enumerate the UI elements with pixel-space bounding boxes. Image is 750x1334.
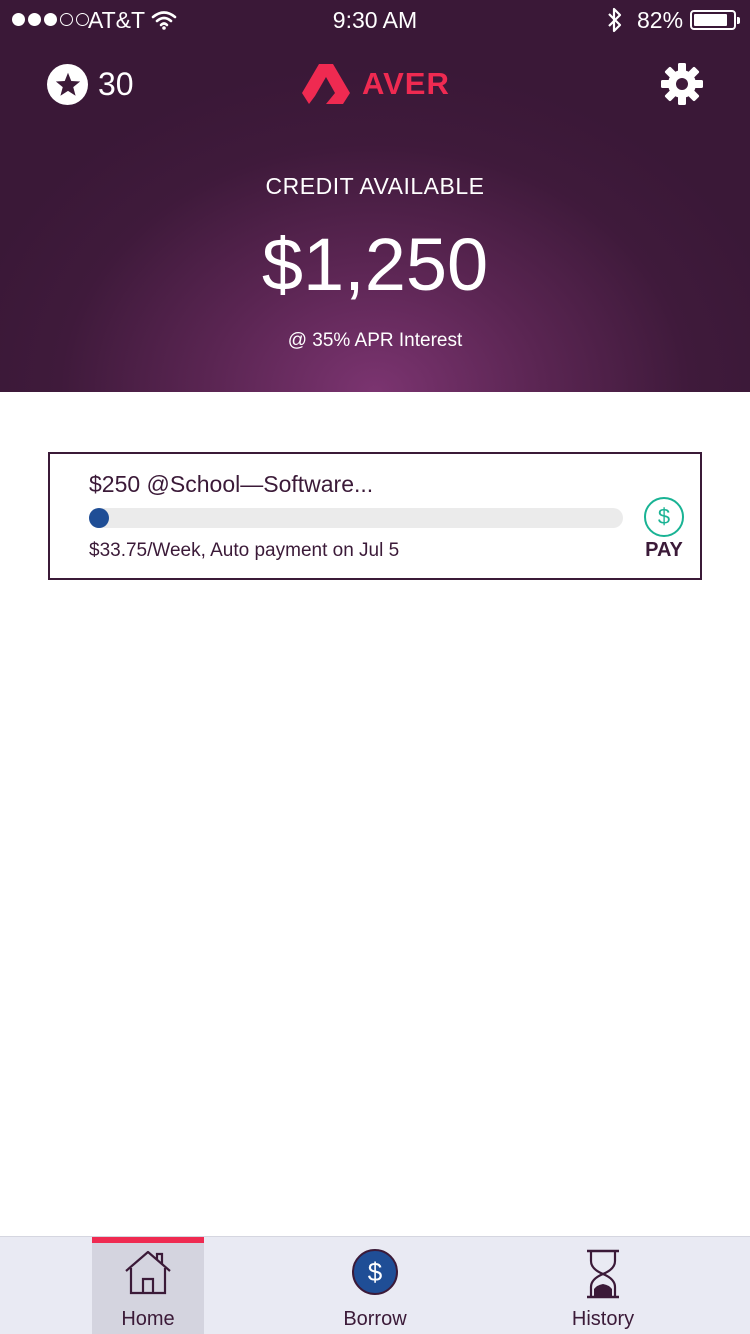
tab-bar: Home $ Borrow History xyxy=(0,1236,750,1334)
credit-amount: $1,250 xyxy=(261,223,489,306)
points-value: 30 xyxy=(98,66,134,102)
battery-percent: 82% xyxy=(637,7,684,33)
loan-progress-bar xyxy=(89,508,623,528)
apr-rate: @ 35% APR Interest xyxy=(287,330,463,351)
aver-logo: AVER xyxy=(302,64,450,104)
tab-home[interactable]: Home xyxy=(92,1237,204,1334)
logo-text: AVER xyxy=(362,66,450,101)
home-icon xyxy=(92,1249,204,1297)
pay-button[interactable]: PAY xyxy=(630,539,698,562)
loan-card[interactable]: $250 @School—Software... $33.75/Week, Au… xyxy=(48,452,702,580)
status-bar: AT&T 9:30 AM 82% xyxy=(0,0,750,40)
gear-icon[interactable] xyxy=(660,62,704,106)
loan-schedule: $33.75/Week, Auto payment on Jul 5 xyxy=(89,540,400,561)
hourglass-icon xyxy=(547,1249,659,1299)
dollar-icon: $ xyxy=(352,1249,398,1295)
tab-borrow[interactable]: $ Borrow xyxy=(319,1237,431,1334)
dollar-icon[interactable]: $ xyxy=(644,497,684,537)
aver-logo-mark xyxy=(302,64,350,104)
battery-icon xyxy=(690,10,740,30)
star-icon xyxy=(47,64,88,105)
tab-borrow-label: Borrow xyxy=(343,1308,407,1330)
loan-progress-fill xyxy=(89,508,109,528)
tab-home-label: Home xyxy=(121,1308,175,1330)
bluetooth-icon xyxy=(606,7,624,39)
reward-points[interactable]: 30 xyxy=(47,64,134,105)
tab-history[interactable]: History xyxy=(547,1237,659,1334)
tab-history-label: History xyxy=(571,1308,635,1330)
credit-header: AT&T 9:30 AM 82% 30 AVER CREDIT AVAILABL… xyxy=(0,0,750,392)
loan-title: $250 @School—Software... xyxy=(89,471,374,497)
credit-available-label: CREDIT AVAILABLE xyxy=(265,173,485,199)
